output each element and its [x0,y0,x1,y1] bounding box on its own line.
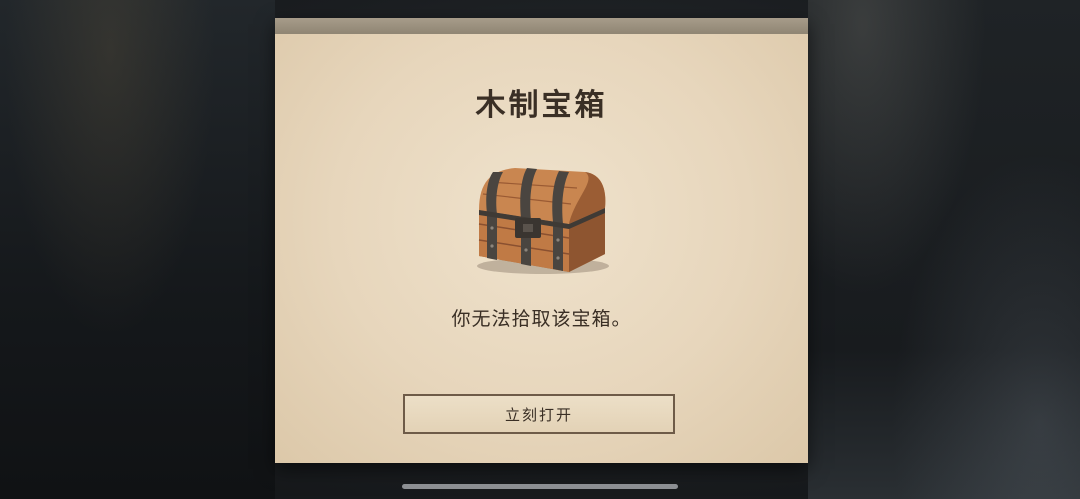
wooden-chest-icon [477,168,609,274]
open-now-button[interactable]: 立刻打开 [403,394,675,434]
dialog-top-bar [275,18,808,34]
background-right [808,0,1080,499]
open-now-button-label: 立刻打开 [504,405,573,424]
background-left [0,0,275,499]
dialog-message: 你无法拾取该宝箱。 [451,308,632,330]
dialog-title: 木制宝箱 [475,88,608,123]
home-indicator[interactable] [402,484,678,489]
chest-dialog: 木制宝箱 你无法拾取该宝箱。 立刻打开 [275,18,808,463]
